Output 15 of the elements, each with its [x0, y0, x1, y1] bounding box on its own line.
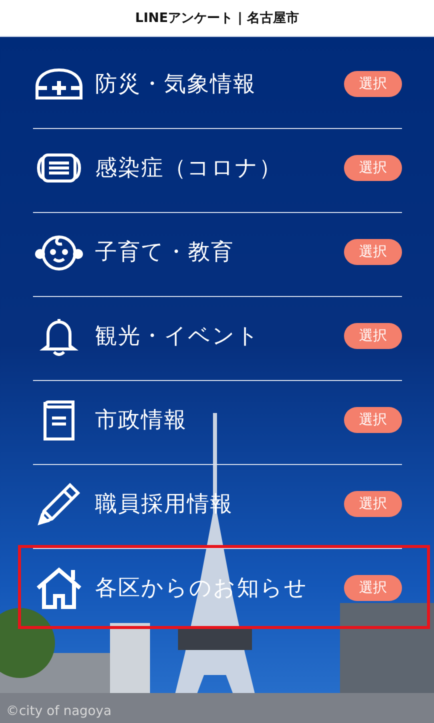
menu-item[interactable]: 防災・気象情報 選択 — [18, 41, 430, 125]
house-icon — [35, 566, 83, 610]
pencil-icon — [36, 480, 82, 526]
menu-item-label: 市政情報 — [95, 406, 188, 434]
menu-item[interactable]: 観光・イベント 選択 — [18, 293, 430, 377]
menu-item[interactable]: 感染症（コロナ） 選択 — [18, 125, 430, 209]
menu-item[interactable]: 市政情報 選択 — [18, 377, 430, 461]
helmet-icon — [34, 66, 84, 100]
menu-item-label: 観光・イベント — [95, 322, 261, 350]
page-title: LINEアンケート | 名古屋市 — [135, 10, 299, 27]
menu-item-label: 防災・気象情報 — [95, 70, 257, 98]
menu-item-label: 感染症（コロナ） — [95, 154, 283, 182]
menu-item-label: 子育て・教育 — [95, 238, 235, 266]
photo-credit: ©city of nagoya — [6, 704, 112, 719]
menu-item[interactable]: 子育て・教育 選択 — [18, 209, 430, 293]
